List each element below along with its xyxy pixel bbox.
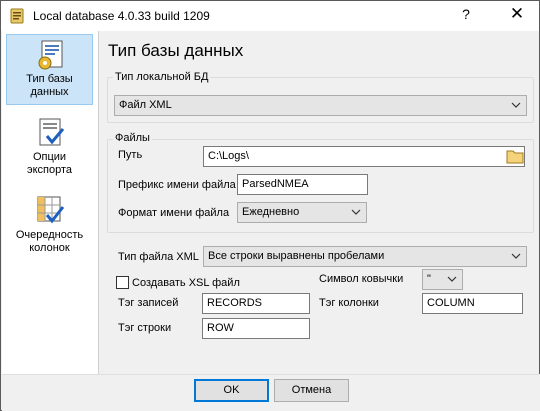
chevron-down-icon — [511, 102, 521, 108]
chevron-down-icon — [351, 209, 361, 215]
quote-label: Символ ковычки — [319, 273, 404, 285]
path-input[interactable]: C:\Logs\ — [203, 146, 525, 167]
sidebar-item-export-options[interactable]: Опции экспорта — [6, 113, 93, 179]
app-icon — [10, 8, 24, 24]
xml-type-select[interactable]: Все строки выравнены пробелами — [203, 246, 527, 267]
records-tag-label: Тэг записей — [118, 297, 179, 309]
help-button[interactable]: ? — [456, 6, 476, 22]
path-label: Путь — [118, 149, 143, 161]
sidebar-item-label: колонок — [29, 242, 70, 254]
quote-value: " — [427, 273, 431, 285]
chevron-down-icon — [447, 276, 457, 282]
title-bar: Local database 4.0.33 build 1209 ? ✕ — [1, 1, 539, 31]
sidebar-item-label: экспорта — [26, 164, 73, 176]
xml-type-label: Тип файла XML — [118, 251, 199, 263]
xml-type-value: Все строки выравнены пробелами — [208, 250, 385, 262]
local-db-type-value: Файл XML — [119, 99, 172, 111]
database-settings-icon — [38, 40, 62, 70]
sidebar-item-database-type[interactable]: Тип базы данных — [6, 34, 93, 105]
quote-select[interactable]: " — [422, 269, 463, 290]
cancel-button[interactable]: Отмена — [274, 379, 349, 402]
records-tag-value: RECORDS — [207, 297, 263, 309]
records-tag-input[interactable]: RECORDS — [202, 293, 310, 314]
dialog-footer: OK Отмена — [2, 374, 540, 411]
path-value: C:\Logs\ — [208, 150, 249, 162]
close-button[interactable]: ✕ — [506, 4, 528, 24]
create-xsl-checkbox[interactable] — [116, 276, 129, 289]
page-title: Тип базы данных — [108, 41, 244, 60]
sidebar-item-label: Очередность — [15, 229, 84, 241]
sidebar: Тип базы данных Опции экспорта Очереднос… — [2, 31, 99, 374]
files-group-label: Файлы — [113, 132, 152, 144]
prefix-input[interactable]: ParsedNMEA — [237, 174, 368, 195]
sidebar-item-label: данных — [30, 86, 69, 98]
sidebar-item-label: Опции — [32, 151, 67, 163]
column-order-icon — [37, 196, 64, 224]
row-tag-value: ROW — [207, 322, 234, 334]
create-xsl-label: Создавать XSL файл — [132, 277, 240, 289]
window-title: Local database 4.0.33 build 1209 — [33, 9, 210, 23]
column-tag-label: Тэг колонки — [319, 297, 379, 309]
ok-button[interactable]: OK — [194, 379, 269, 402]
format-label: Формат имени файла — [118, 207, 230, 219]
local-db-group-label: Тип локальной БД — [113, 71, 211, 83]
local-db-type-select[interactable]: Файл XML — [114, 95, 527, 116]
format-select[interactable]: Ежедневно — [237, 202, 367, 223]
row-tag-label: Тэг строки — [118, 322, 172, 334]
format-value: Ежедневно — [242, 206, 300, 218]
sidebar-item-column-order[interactable]: Очередность колонок — [6, 191, 93, 257]
row-tag-input[interactable]: ROW — [202, 318, 310, 339]
sidebar-item-label: Тип базы — [26, 73, 73, 85]
prefix-label: Префикс имени файла — [118, 179, 236, 191]
column-tag-value: COLUMN — [427, 297, 475, 309]
column-tag-input[interactable]: COLUMN — [422, 293, 523, 314]
chevron-down-icon — [511, 253, 521, 259]
dialog-window: Local database 4.0.33 build 1209 ? ✕ Тип… — [0, 0, 540, 411]
folder-icon[interactable] — [505, 148, 525, 165]
prefix-value: ParsedNMEA — [242, 178, 309, 190]
export-options-icon — [39, 118, 64, 146]
